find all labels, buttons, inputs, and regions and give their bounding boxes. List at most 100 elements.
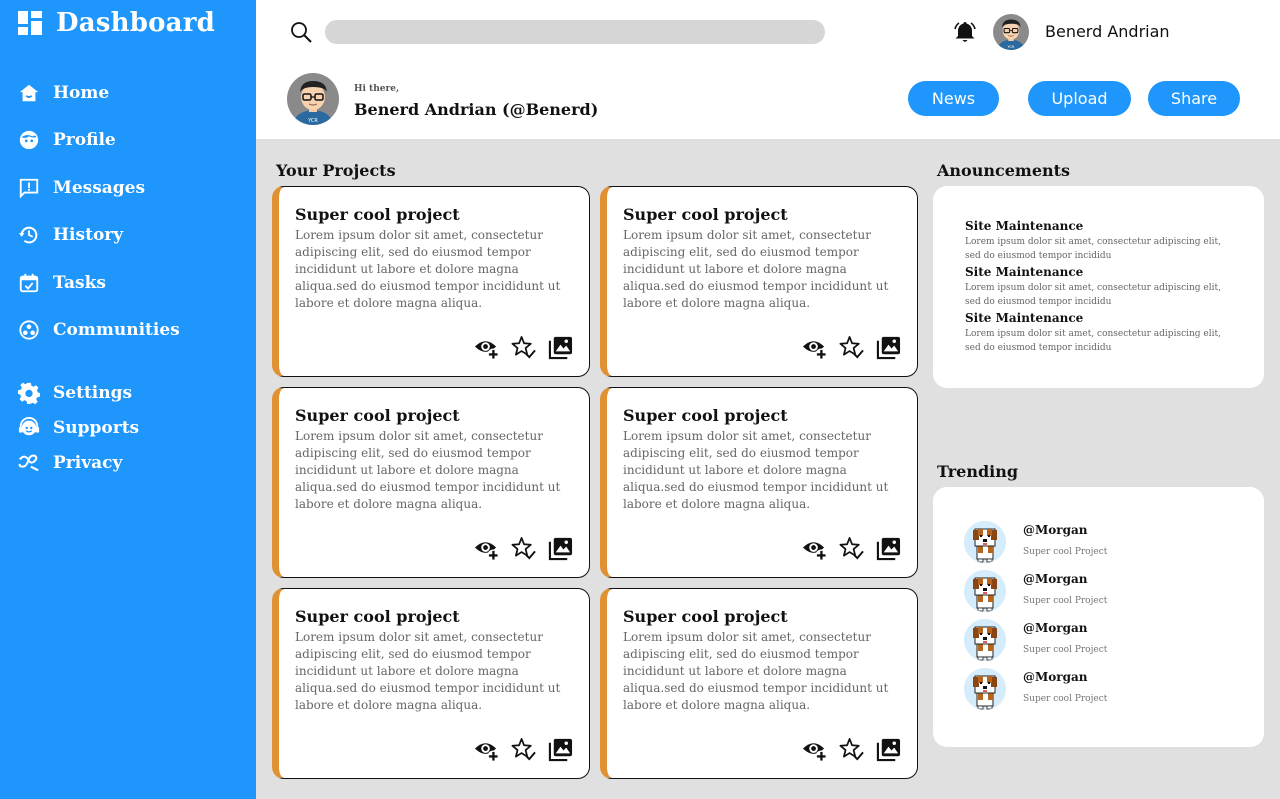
star-check-icon[interactable] [511, 335, 536, 360]
gallery-icon[interactable] [876, 536, 901, 561]
trending-handle: @Morgan [1023, 572, 1088, 586]
search-input[interactable] [325, 20, 825, 44]
sidebar-item-home[interactable]: Home [18, 82, 109, 104]
trending-project: Super cool Project [1023, 694, 1108, 704]
card-actions [474, 335, 573, 360]
trending-project: Super cool Project [1023, 596, 1108, 606]
watch-add-icon[interactable] [802, 335, 827, 360]
announcements-panel: Site Maintenance Lorem ipsum dolor sit a… [933, 186, 1264, 388]
trending-handle: @Morgan [1023, 670, 1088, 684]
sidebar-item-label: Settings [53, 383, 133, 403]
project-description: Lorem ipsum dolor sit amet, consectetur … [623, 630, 889, 712]
project-card[interactable]: Super cool project Lorem ipsum dolor sit… [272, 387, 590, 578]
trending-project: Super cool Project [1023, 547, 1108, 557]
communities-icon [19, 320, 39, 340]
history-icon [18, 226, 38, 244]
tasks-icon [19, 273, 39, 293]
avatar[interactable] [993, 14, 1029, 50]
sidebar-item-settings[interactable]: Settings [18, 382, 132, 404]
project-description: Lorem ipsum dolor sit amet, consectetur … [295, 630, 561, 712]
dog-avatar-icon [964, 570, 1006, 612]
announcements-title: Anouncements [937, 161, 1071, 180]
brand[interactable]: Dashboard [18, 8, 215, 38]
profile-icon [19, 130, 39, 150]
brand-title: Dashboard [56, 8, 215, 38]
watch-add-icon[interactable] [474, 737, 499, 762]
card-actions [474, 737, 573, 762]
messages-icon [19, 178, 39, 199]
share-button[interactable]: Share [1148, 81, 1240, 116]
announcement-item[interactable]: Site Maintenance Lorem ipsum dolor sit a… [965, 311, 1225, 355]
gear-icon [18, 382, 40, 404]
star-check-icon[interactable] [839, 335, 864, 360]
sidebar: Dashboard Home Profile Messages History … [0, 0, 256, 799]
dog-avatar-icon [964, 668, 1006, 710]
sidebar-item-label: Supports [53, 418, 140, 438]
sidebar-item-supports[interactable]: Supports [18, 417, 139, 439]
sidebar-item-profile[interactable]: Profile [18, 129, 116, 151]
trending-handle: @Morgan [1023, 621, 1088, 635]
trending-project: Super cool Project [1023, 645, 1108, 655]
gallery-icon[interactable] [548, 335, 573, 360]
sidebar-item-label: Profile [53, 130, 116, 150]
dog-avatar-icon [964, 521, 1006, 563]
project-card[interactable]: Super cool project Lorem ipsum dolor sit… [272, 186, 590, 377]
trending-panel: @Morgan Super cool Project @Morgan Super… [933, 487, 1264, 747]
search-icon[interactable] [289, 20, 313, 44]
gallery-icon[interactable] [548, 536, 573, 561]
sidebar-item-label: Home [53, 83, 110, 103]
card-actions [802, 737, 901, 762]
project-card[interactable]: Super cool project Lorem ipsum dolor sit… [272, 588, 590, 779]
project-title: Super cool project [295, 607, 460, 626]
sidebar-item-messages[interactable]: Messages [18, 177, 145, 199]
gallery-icon[interactable] [876, 737, 901, 762]
announcement-text: Lorem ipsum dolor sit amet, consectetur … [965, 329, 1221, 353]
project-card[interactable]: Super cool project Lorem ipsum dolor sit… [600, 588, 918, 779]
project-description: Lorem ipsum dolor sit amet, consectetur … [295, 228, 561, 310]
announcement-item[interactable]: Site Maintenance Lorem ipsum dolor sit a… [965, 219, 1225, 263]
star-check-icon[interactable] [511, 737, 536, 762]
full-name: Benerd Andrian (@Benerd) [354, 100, 599, 119]
project-title: Super cool project [623, 205, 788, 224]
greeting: Hi there, [354, 84, 400, 94]
sidebar-item-label: Privacy [53, 453, 123, 473]
project-description: Lorem ipsum dolor sit amet, consectetur … [623, 228, 889, 310]
support-icon [18, 417, 40, 436]
projects-title: Your Projects [276, 161, 396, 180]
gallery-icon[interactable] [876, 335, 901, 360]
header: Benerd Andrian Hi there, Benerd Andrian … [256, 0, 1280, 139]
sidebar-item-tasks[interactable]: Tasks [18, 272, 106, 294]
dog-avatar-icon [964, 619, 1006, 661]
announcement-title: Site Maintenance [965, 219, 1084, 233]
star-check-icon[interactable] [839, 536, 864, 561]
upload-button[interactable]: Upload [1028, 81, 1131, 116]
star-check-icon[interactable] [839, 737, 864, 762]
dashboard-icon [18, 11, 42, 35]
home-icon [19, 84, 39, 102]
project-card[interactable]: Super cool project Lorem ipsum dolor sit… [600, 387, 918, 578]
sidebar-item-label: Tasks [53, 273, 106, 293]
gallery-icon[interactable] [548, 737, 573, 762]
sidebar-item-privacy[interactable]: Privacy [18, 452, 122, 474]
announcement-title: Site Maintenance [965, 311, 1084, 325]
project-description: Lorem ipsum dolor sit amet, consectetur … [623, 429, 889, 511]
watch-add-icon[interactable] [802, 737, 827, 762]
sidebar-item-history[interactable]: History [18, 224, 123, 246]
project-description: Lorem ipsum dolor sit amet, consectetur … [295, 429, 561, 511]
sidebar-item-label: History [53, 225, 124, 245]
star-check-icon[interactable] [511, 536, 536, 561]
profile-avatar[interactable] [287, 73, 339, 125]
watch-add-icon[interactable] [802, 536, 827, 561]
watch-add-icon[interactable] [474, 536, 499, 561]
sidebar-item-communities[interactable]: Communities [18, 319, 180, 341]
trending-handle: @Morgan [1023, 523, 1088, 537]
project-title: Super cool project [623, 607, 788, 626]
user-name: Benerd Andrian [1045, 22, 1170, 41]
project-card[interactable]: Super cool project Lorem ipsum dolor sit… [600, 186, 918, 377]
privacy-icon [18, 454, 39, 472]
watch-add-icon[interactable] [474, 335, 499, 360]
project-title: Super cool project [295, 205, 460, 224]
announcement-item[interactable]: Site Maintenance Lorem ipsum dolor sit a… [965, 265, 1225, 309]
news-button[interactable]: News [908, 81, 999, 116]
bell-icon[interactable] [953, 20, 977, 44]
